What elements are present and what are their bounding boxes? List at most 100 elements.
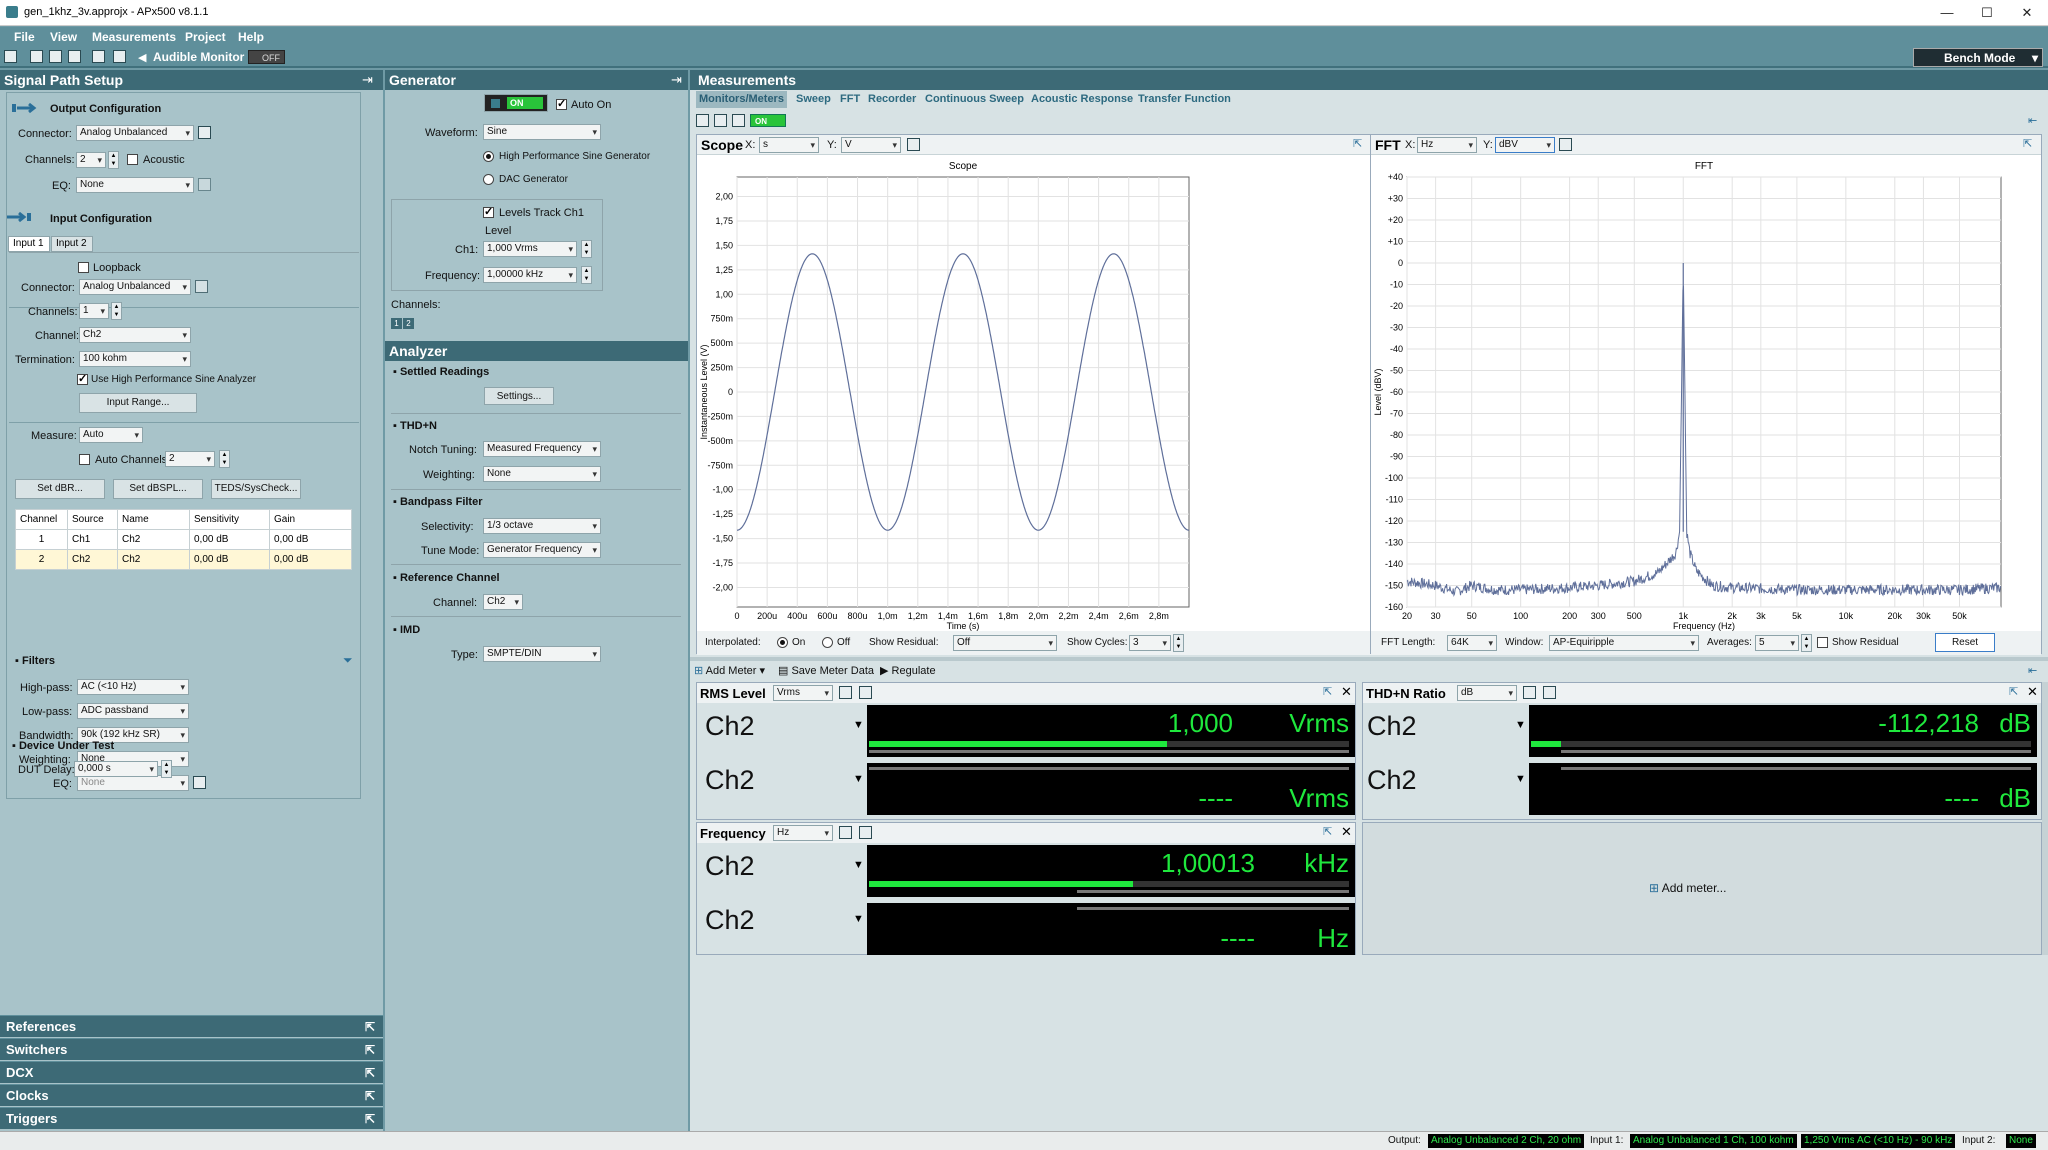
chevron-down-icon[interactable]: ▼ (1515, 719, 1526, 731)
table-cell[interactable]: Ch2 (67, 549, 118, 570)
open-project-icon[interactable] (30, 50, 43, 63)
close-icon[interactable]: ✕ (1341, 824, 1352, 840)
tab-monitors-meters[interactable]: Monitors/Meters (696, 91, 787, 108)
input-channels-stepper[interactable]: ▲ ▼ (111, 302, 122, 320)
teds-syscheck-button[interactable]: TEDS/SysCheck... (211, 479, 301, 499)
meter-settings-icon[interactable] (859, 826, 872, 839)
chevron-down-icon[interactable]: ▼ (853, 773, 864, 785)
input-channel-select[interactable]: Ch2 (79, 327, 191, 343)
table-cell[interactable]: 0,00 dB (269, 529, 352, 550)
acoustic-checkbox[interactable] (127, 154, 138, 165)
switchers-link[interactable]: Switchers ⇱ (0, 1038, 383, 1060)
bench-mode-dropdown[interactable]: Bench Mode ▾ (1913, 48, 2043, 67)
fft-chart[interactable]: FFT +40 +30 +20 +10 0 -10 -20 -30 -40 -50 -60 -70 -80… (1371, 155, 2041, 631)
pin-icon[interactable]: ⇤ (2028, 664, 2037, 677)
close-button[interactable]: ✕ (2012, 4, 2042, 22)
table-row[interactable]: 2 Ch2 Ch2 0,00 dB 0,00 dB (15, 549, 352, 570)
auto-channels-input[interactable]: 2 (165, 451, 215, 467)
levels-track-checkbox[interactable] (483, 205, 494, 218)
waveform-select[interactable]: Sine (483, 124, 601, 140)
generator-on-toggle[interactable]: ON (484, 94, 548, 112)
interpolated-off-radio[interactable] (822, 637, 833, 648)
meter-display-icon[interactable] (1523, 686, 1536, 699)
selectivity-select[interactable]: 1/3 octave (483, 518, 601, 534)
table-cell[interactable]: 0,00 dB (269, 549, 352, 570)
dcx-link[interactable]: DCX ⇱ (0, 1061, 383, 1083)
an-weighting-select[interactable]: None (483, 466, 601, 482)
averages-stepper[interactable]: ▲ ▼ (1801, 634, 1812, 652)
scope-chart[interactable]: Scope 2,00 1,75 1,50 1,25 1,00 750m 500m 250m 0 -2… (697, 155, 1371, 631)
measure-select[interactable]: Auto (79, 427, 143, 443)
tab-acoustic-response[interactable]: Acoustic Response (1031, 93, 1133, 105)
chevron-down-icon[interactable]: ▼ (853, 719, 864, 731)
notch-select[interactable]: Measured Frequency (483, 441, 601, 457)
channel-2-button[interactable]: 2 (403, 318, 414, 329)
refch-channel-select[interactable]: Ch2 (483, 594, 523, 610)
meter-unit-select[interactable]: Vrms (773, 685, 833, 701)
set-dbr-button[interactable]: Set dBR... (15, 479, 105, 499)
close-icon[interactable]: ✕ (2027, 684, 2038, 700)
lowpass-select[interactable]: ADC passband (77, 703, 189, 719)
interpolated-on-radio[interactable] (777, 637, 788, 648)
auto-channels-stepper[interactable]: ▲ ▼ (219, 450, 230, 468)
averages-input[interactable]: 5 (1755, 635, 1799, 651)
fft-show-residual-checkbox[interactable] (1817, 637, 1828, 648)
meter-unit-select[interactable]: Hz (773, 825, 833, 841)
input-channels-input[interactable]: 1 (79, 303, 109, 319)
meter-settings-icon[interactable] (859, 686, 872, 699)
menu-project[interactable]: Project (185, 30, 226, 44)
dac-gen-radio[interactable] (483, 174, 494, 185)
tab-input-1[interactable]: Input 1 (8, 236, 50, 252)
tab-fft[interactable]: FFT (840, 93, 860, 105)
minimize-button[interactable]: — (1932, 4, 1962, 22)
tab-input-2[interactable]: Input 2 (51, 236, 93, 252)
output-eq-settings-icon[interactable] (198, 178, 211, 191)
tab-transfer-function[interactable]: Transfer Function (1138, 93, 1231, 105)
channel-1-button[interactable]: 1 (391, 318, 402, 329)
tab-recorder[interactable]: Recorder (868, 93, 916, 105)
menu-view[interactable]: View (50, 30, 77, 44)
hp-sine-radio[interactable] (483, 151, 494, 162)
report-icon[interactable] (696, 114, 709, 127)
chevron-down-icon[interactable]: ▼ (853, 859, 864, 871)
table-row[interactable]: 1 Ch1 Ch2 0,00 dB 0,00 dB (15, 529, 352, 550)
close-icon[interactable]: ✕ (1341, 684, 1352, 700)
triggers-link[interactable]: Triggers ⇱ (0, 1107, 383, 1129)
fft-x-unit-select[interactable]: Hz (1417, 137, 1477, 153)
report-icon[interactable] (92, 50, 105, 63)
meter-display-icon[interactable] (839, 686, 852, 699)
tab-sweep[interactable]: Sweep (796, 93, 831, 105)
filter-eq-settings-icon[interactable] (193, 776, 206, 789)
meter-settings-icon[interactable] (1543, 686, 1556, 699)
scope-y-unit-select[interactable]: V (841, 137, 901, 153)
output-channels-stepper[interactable]: ▲ ▼ (108, 151, 119, 169)
show-residual-select[interactable]: Off (953, 635, 1057, 651)
table-cell[interactable]: Ch2 (117, 549, 190, 570)
input-connector-settings-icon[interactable] (195, 280, 208, 293)
references-link[interactable]: References ⇱ (0, 1015, 383, 1037)
tab-continuous-sweep[interactable]: Continuous Sweep (925, 93, 1024, 105)
graph-icon[interactable] (714, 114, 727, 127)
output-eq-select[interactable]: None (76, 177, 194, 193)
add-meter-button[interactable]: ⊞ Add Meter ▾ (694, 664, 765, 677)
chart-icon[interactable] (732, 114, 745, 127)
set-dbspl-button[interactable]: Set dBSPL... (113, 479, 203, 499)
meter-display-icon[interactable] (839, 826, 852, 839)
external-link-icon[interactable]: ⇱ (2023, 137, 2032, 150)
filter-eq-select[interactable]: None (77, 775, 189, 791)
table-cell[interactable]: Ch2 (117, 529, 190, 550)
external-link-icon[interactable]: ⇱ (1353, 137, 1362, 150)
show-cycles-input[interactable]: 3 (1129, 635, 1171, 651)
scope-settings-icon[interactable] (907, 138, 920, 151)
auto-channels-checkbox[interactable] (79, 454, 90, 465)
analyzer-settings-button[interactable]: Settings... (484, 387, 554, 405)
ch1-level-input[interactable]: 1,000 Vrms (483, 241, 577, 257)
status-input2[interactable]: None (2006, 1134, 2036, 1148)
meter-unit-select[interactable]: dB (1457, 685, 1517, 701)
input-range-button[interactable]: Input Range... (79, 393, 197, 413)
measurement-on-toggle[interactable]: ON (750, 114, 786, 127)
status-output[interactable]: Analog Unbalanced 2 Ch, 20 ohm (1428, 1134, 1585, 1148)
fft-y-unit-select[interactable]: dBV (1495, 137, 1555, 153)
menu-file[interactable]: File (14, 30, 35, 44)
ch1-level-stepper[interactable]: ▲ ▼ (581, 240, 592, 258)
